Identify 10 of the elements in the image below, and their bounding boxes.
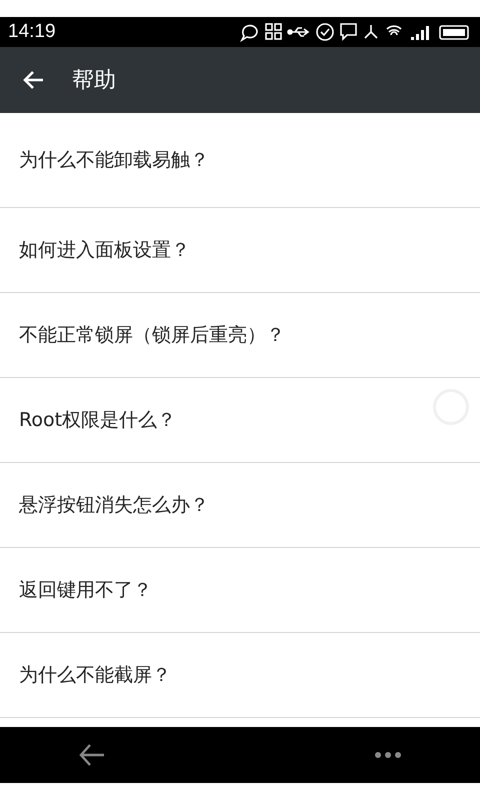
more-icon[interactable] [374,751,402,759]
question-item[interactable]: 返回键用不了？ [0,548,480,633]
question-item[interactable]: 为什么不能截屏？ [0,633,480,718]
question-item[interactable]: 不能正常锁屏（锁屏后重亮）？ [0,293,480,378]
back-icon[interactable] [78,742,106,768]
question-item[interactable]: 为什么不能卸载易触？ [0,113,480,208]
page-title: 帮助 [72,66,116,94]
question-item[interactable]: 如何进入面板设置？ [0,208,480,293]
question-item[interactable]: 悬浮按钮消失怎么办？ [0,463,480,548]
status-time: 14:19 [8,20,56,44]
